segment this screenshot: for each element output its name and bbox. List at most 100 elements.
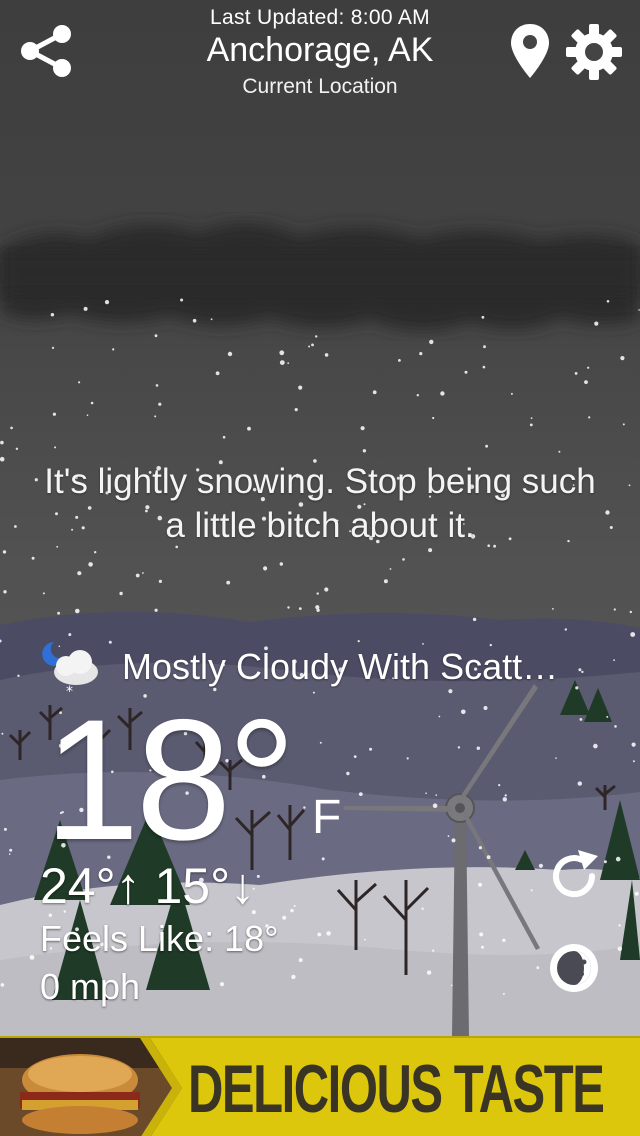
snowflake xyxy=(68,633,72,637)
feels-like: Feels Like: 18° xyxy=(40,918,279,959)
snowflake xyxy=(630,632,636,637)
snowflake xyxy=(315,335,318,338)
snowflake xyxy=(287,362,290,364)
snowflake xyxy=(464,370,468,374)
snowflake xyxy=(438,715,441,718)
snowflake xyxy=(316,592,319,595)
snowflake xyxy=(584,380,588,384)
snowflake xyxy=(311,343,314,347)
snowflake xyxy=(54,446,57,449)
snowflake xyxy=(538,863,544,868)
snowflake xyxy=(1,732,4,735)
snowflake xyxy=(372,390,377,395)
refresh-icon xyxy=(553,850,598,898)
snowflake xyxy=(319,741,322,744)
snowflake xyxy=(416,394,419,397)
snowflake xyxy=(530,889,533,892)
snowflake xyxy=(632,760,635,763)
snowflake xyxy=(298,385,303,390)
header: Last Updated: 8:00 AM Anchorage, AK Curr… xyxy=(0,0,640,110)
snowflake xyxy=(574,372,578,375)
snowflake xyxy=(435,794,438,796)
location-button[interactable] xyxy=(508,22,552,80)
snowflake xyxy=(536,966,540,970)
snowflake xyxy=(316,608,320,612)
snowflake xyxy=(432,803,438,808)
snowflake xyxy=(617,946,622,951)
snowflake xyxy=(10,426,13,430)
snowflake xyxy=(502,797,507,802)
snowflake xyxy=(482,365,486,369)
snowflake xyxy=(615,856,621,862)
snowflake xyxy=(57,611,60,615)
snowflake xyxy=(419,352,423,356)
snowflake xyxy=(369,747,373,751)
snowflake xyxy=(472,617,477,622)
snowflake xyxy=(3,590,7,594)
snowflake xyxy=(215,371,220,376)
snowflake xyxy=(606,715,609,718)
snowflake xyxy=(0,440,4,445)
snowflake xyxy=(358,792,363,796)
snowflake xyxy=(555,757,557,759)
snowflake xyxy=(51,346,55,349)
snowflake xyxy=(577,781,582,786)
snowflake xyxy=(155,384,159,387)
snowflake xyxy=(119,591,123,596)
weather-quip: It's lightly snowing. Stop being such a … xyxy=(44,462,596,545)
snowflake xyxy=(603,860,607,864)
moon-phase-button[interactable] xyxy=(544,938,604,998)
snowflake xyxy=(14,525,17,528)
snowflake xyxy=(360,426,365,431)
snowflake xyxy=(8,853,11,855)
snowflake xyxy=(383,579,388,584)
snowflake xyxy=(428,548,433,553)
snowflake xyxy=(9,848,13,852)
snowflake xyxy=(479,932,484,937)
snowflake xyxy=(293,905,296,907)
snowflake xyxy=(606,300,610,303)
snowflake xyxy=(461,709,466,715)
snowflake xyxy=(0,983,5,987)
snowflake xyxy=(362,449,367,453)
snowflake xyxy=(364,938,366,941)
snowflake xyxy=(631,742,636,747)
snowflake xyxy=(593,743,598,749)
snowflake xyxy=(618,924,621,927)
snowflake xyxy=(483,345,486,349)
snowflake xyxy=(605,510,610,515)
snowflake xyxy=(558,450,561,453)
snowflake xyxy=(609,526,613,529)
ad-headline: DELICIOUS TASTE xyxy=(188,1051,605,1127)
snowflake xyxy=(42,592,45,595)
snowflake xyxy=(426,970,432,975)
snowflake xyxy=(287,606,290,609)
snowflake xyxy=(88,562,93,567)
snowflake xyxy=(15,447,19,450)
snowflake xyxy=(158,402,162,406)
snowflake xyxy=(429,339,434,345)
snowflake xyxy=(476,746,480,750)
snowflake xyxy=(481,945,484,949)
snowflake xyxy=(2,550,7,554)
snowflake xyxy=(29,955,35,960)
snowflake xyxy=(425,792,427,794)
temperature-unit[interactable]: F xyxy=(312,790,341,845)
snowflake xyxy=(227,351,233,357)
snowflake xyxy=(142,572,144,574)
snowflake xyxy=(451,838,456,843)
conditions-text: Mostly Cloudy With Scatt… xyxy=(122,646,559,687)
refresh-button[interactable] xyxy=(544,846,604,906)
map-pin-icon xyxy=(511,24,549,78)
snowflake xyxy=(83,306,88,311)
snowflake xyxy=(222,435,226,439)
settings-button[interactable] xyxy=(564,22,624,82)
snowflake xyxy=(50,313,55,317)
snowflake xyxy=(78,381,81,384)
snowflake xyxy=(406,757,409,760)
snowflake xyxy=(629,610,632,614)
snowflake xyxy=(478,846,482,850)
snowflake xyxy=(279,562,283,566)
banner-ad[interactable]: DELICIOUS TASTE xyxy=(0,1036,640,1136)
snowflake xyxy=(77,571,82,576)
